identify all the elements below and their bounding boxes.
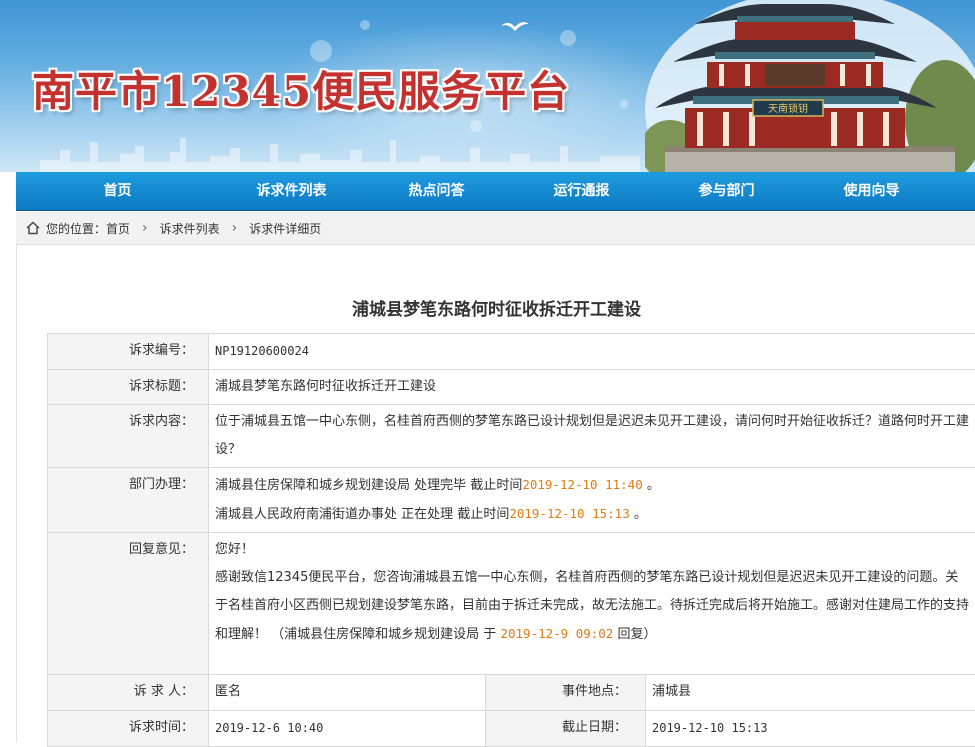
department-label: 部门办理： (48, 468, 209, 533)
sentence-end: 。 (647, 478, 660, 493)
banner-bokeh (470, 120, 482, 132)
reply-content: 您好！ 感谢致信12345便民平台，您咨询浦城县五馆一中心东侧，名桂首府西侧的梦… (209, 533, 975, 675)
home-icon (26, 221, 40, 235)
pavilion-tower-graphic: 天南锁钥 (645, 0, 975, 172)
sentence-end: 。 (634, 507, 647, 522)
department-name: 浦城县人民政府南浦街道办事处 (215, 507, 397, 522)
department-deadline: 2019-12-10 15:13 (509, 506, 629, 521)
location-label: 事件地点： (486, 675, 646, 711)
requester-label: 诉 求 人： (48, 675, 209, 711)
reply-greeting: 您好！ (215, 536, 969, 564)
nav-item-case-list[interactable]: 诉求件列表 (219, 172, 364, 210)
case-title-value: 浦城县梦笔东路何时征收拆迁开工建设 (209, 370, 975, 405)
department-deadline: 2019-12-10 11:40 (522, 477, 642, 492)
page-title: 浦城县梦笔东路何时征收拆迁开工建设 (17, 295, 975, 320)
nav-item-guide[interactable]: 使用向导 (799, 172, 944, 210)
nav-item-departments[interactable]: 参与部门 (654, 172, 799, 210)
case-content-value: 位于浦城县五馆一中心东侧，名桂首府西侧的梦笔东路已设计规划但是迟迟未见开工建设，… (209, 405, 975, 468)
banner-bokeh (560, 30, 576, 46)
breadcrumb-home-link[interactable]: 首页 (106, 220, 130, 237)
breadcrumb-current: 诉求件详细页 (249, 220, 321, 237)
requester-value: 匿名 (209, 675, 486, 711)
request-time-value: 2019-12-6 10:40 (209, 711, 486, 747)
pavilion-plaque-text: 天南锁钥 (768, 102, 808, 115)
case-detail-table: 诉求编号： NP19120600024 诉求标题： 浦城县梦笔东路何时征收拆迁开… (47, 333, 975, 747)
reply-label: 回复意见： (48, 533, 209, 675)
request-time-label: 诉求时间： (48, 711, 209, 747)
department-list: 浦城县住房保障和城乡规划建设局 处理完毕 截止时间2019-12-10 11:4… (209, 468, 975, 533)
main-nav: 首页 诉求件列表 热点问答 运行通报 参与部门 使用向导 (16, 172, 975, 211)
deadline-date-value: 2019-12-10 15:13 (646, 711, 975, 747)
department-entry: 浦城县住房保障和城乡规划建设局 处理完毕 截止时间2019-12-10 11:4… (215, 471, 969, 500)
department-entry: 浦城县人民政府南浦街道办事处 正在处理 截止时间2019-12-10 15:13… (215, 500, 969, 529)
city-skyline-graphic (40, 132, 640, 172)
reply-paragraph: 感谢致信12345便民平台，您咨询浦城县五馆一中心东侧，名桂首府西侧的梦笔东路已… (215, 564, 969, 649)
case-title-label: 诉求标题： (48, 370, 209, 405)
nav-item-operation-report[interactable]: 运行通报 (509, 172, 654, 210)
content-area: 浦城县梦笔东路何时征收拆迁开工建设 诉求编号： NP19120600024 诉求… (16, 245, 975, 742)
deadline-date-label: 截止日期： (486, 711, 646, 747)
breadcrumb: 您的位置： 首页 › 诉求件列表 › 诉求件详细页 (16, 212, 975, 245)
case-number-value: NP19120600024 (209, 334, 975, 370)
site-title: 南平市12345便民服务平台 (32, 58, 570, 119)
department-status: 正在处理 (401, 507, 453, 522)
banner-bokeh (620, 100, 628, 108)
breadcrumb-prefix: 您的位置： (46, 220, 106, 237)
nav-item-hot-qa[interactable]: 热点问答 (364, 172, 509, 210)
reply-sign-suffix: 回复） (617, 627, 656, 642)
seagull-graphic (500, 18, 530, 34)
department-status: 处理完毕 (414, 478, 466, 493)
case-content-label: 诉求内容： (48, 405, 209, 468)
chevron-right-icon: › (142, 220, 148, 236)
reply-time: 2019-12-9 09:02 (500, 626, 613, 641)
case-number-label: 诉求编号： (48, 334, 209, 370)
deadline-label: 截止时间 (457, 507, 509, 522)
location-value: 浦城县 (646, 675, 975, 711)
site-banner: 南平市12345便民服务平台 天南锁钥 (0, 0, 975, 172)
deadline-label: 截止时间 (470, 478, 522, 493)
department-name: 浦城县住房保障和城乡规划建设局 (215, 478, 410, 493)
reply-sign-prefix: （浦城县住房保障和城乡规划建设局 于 (271, 627, 496, 642)
banner-bokeh (360, 20, 370, 30)
breadcrumb-case-list-link[interactable]: 诉求件列表 (160, 220, 220, 237)
nav-item-home[interactable]: 首页 (16, 172, 219, 210)
chevron-right-icon: › (232, 220, 238, 236)
